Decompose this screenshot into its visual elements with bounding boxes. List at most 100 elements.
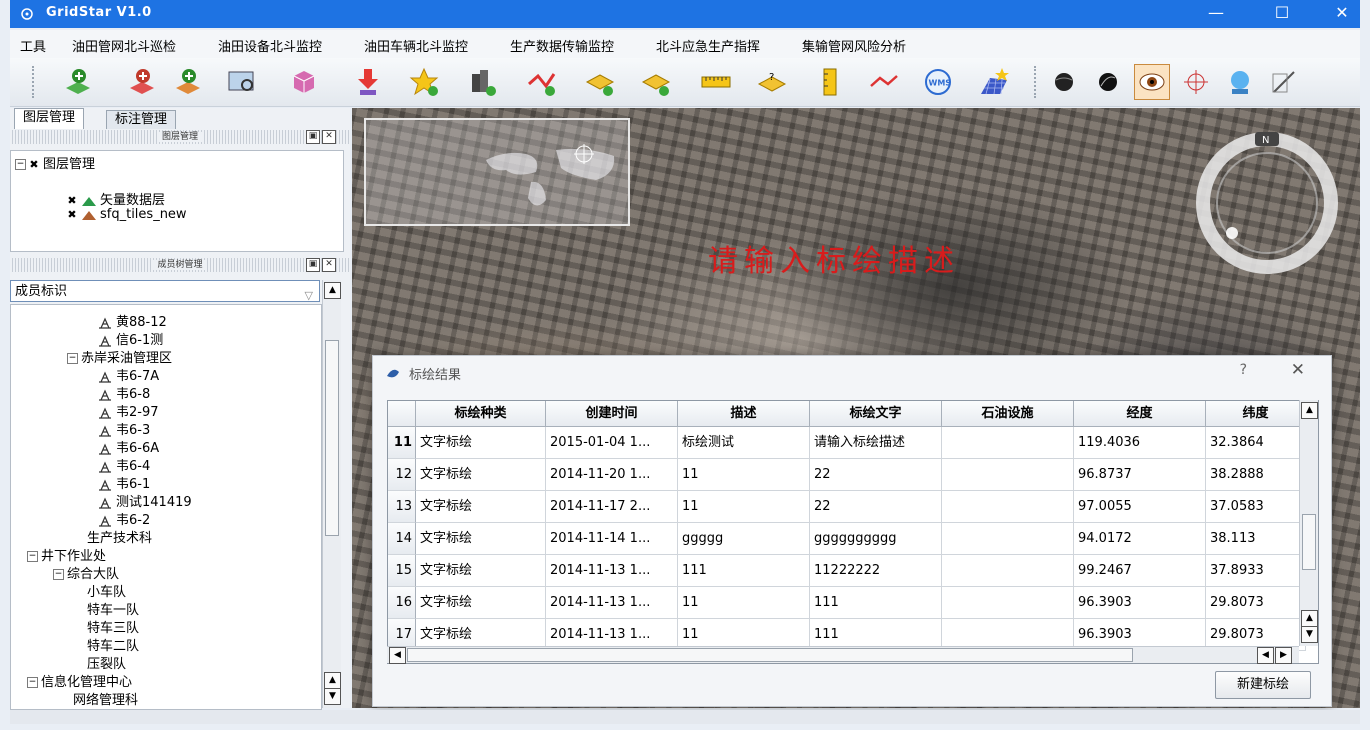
add-feature-layer-icon[interactable] xyxy=(124,64,160,100)
table-cell[interactable] xyxy=(942,491,1074,523)
scroll-up-icon[interactable]: ▲ xyxy=(1301,402,1318,419)
add-raster-layer-icon[interactable] xyxy=(170,64,206,100)
cube-3d-icon[interactable] xyxy=(286,64,322,100)
table-cell[interactable]: 119.4036 xyxy=(1074,427,1206,459)
table-cell[interactable]: 文字标绘 xyxy=(416,427,546,459)
table-cell[interactable]: 29.8073 xyxy=(1206,587,1306,619)
globe-info-icon[interactable] xyxy=(1222,64,1258,100)
checkbox-icon[interactable]: ✖ xyxy=(67,195,77,206)
tab-layer-management[interactable]: 图层管理 xyxy=(14,108,85,129)
query-help-icon[interactable]: ? xyxy=(754,64,790,100)
table-cell[interactable] xyxy=(942,523,1074,555)
dialog-close-button[interactable]: ✕ xyxy=(1291,360,1305,380)
vertical-measure-icon[interactable] xyxy=(812,64,848,100)
menu-vehicle-monitor[interactable]: 油田车辆北斗监控 xyxy=(364,36,468,55)
table-hscrollbar[interactable]: ◀ ◀ ▶ xyxy=(387,646,1299,664)
eye-view-icon[interactable] xyxy=(1134,64,1170,100)
collapse-icon[interactable]: − xyxy=(27,677,38,688)
close-icon[interactable]: ✕ xyxy=(322,130,336,144)
zoom-extent-icon[interactable] xyxy=(224,64,260,100)
table-cell[interactable]: ggggg xyxy=(678,523,810,555)
scroll-down-icon[interactable]: ▼ xyxy=(324,688,341,705)
table-cell[interactable]: 11 xyxy=(678,459,810,491)
new-plot-button[interactable]: 新建标绘 xyxy=(1215,671,1311,699)
crosshair-icon[interactable] xyxy=(1178,64,1214,100)
table-cell[interactable]: 96.8737 xyxy=(1074,459,1206,491)
member-tree-item[interactable]: 测试141419 xyxy=(97,491,192,510)
collapse-icon[interactable]: − xyxy=(15,159,26,170)
column-header[interactable]: 纬度 xyxy=(1206,401,1306,427)
scroll-up-icon[interactable]: ▲ xyxy=(324,282,341,299)
table-cell[interactable]: 22 xyxy=(810,491,942,523)
row-number[interactable]: 13 xyxy=(388,491,416,523)
scroll-thumb[interactable] xyxy=(325,340,339,536)
table-cell[interactable]: 文字标绘 xyxy=(416,523,546,555)
maximize-button[interactable]: ☐ xyxy=(1262,2,1302,24)
table-cell[interactable]: 标绘测试 xyxy=(678,427,810,459)
grid-star-icon[interactable] xyxy=(976,64,1012,100)
table-cell[interactable]: 32.3864 xyxy=(1206,427,1306,459)
table-cell[interactable]: 文字标绘 xyxy=(416,555,546,587)
minimize-button[interactable]: — xyxy=(1196,2,1236,24)
menu-emergency-command[interactable]: 北斗应急生产指挥 xyxy=(656,36,760,55)
table-cell[interactable] xyxy=(942,459,1074,491)
add-polyline-icon[interactable] xyxy=(524,64,560,100)
table-cell[interactable]: 97.0055 xyxy=(1074,491,1206,523)
table-cell[interactable]: 22 xyxy=(810,459,942,491)
member-tree-item[interactable]: 特车三队 xyxy=(87,617,139,636)
globe-tilt-icon[interactable] xyxy=(1090,64,1126,100)
table-cell[interactable]: 文字标绘 xyxy=(416,459,546,491)
table-cell[interactable]: 文字标绘 xyxy=(416,587,546,619)
layer-item[interactable]: ✖ sfq_tiles_new xyxy=(67,207,187,222)
member-tree-item[interactable]: − 井下作业处 xyxy=(27,545,106,564)
overview-map[interactable] xyxy=(364,118,630,226)
member-tree-item[interactable]: 韦6-6A xyxy=(97,437,159,456)
table-cell[interactable]: 2014-11-20 1... xyxy=(546,459,678,491)
layer-item[interactable]: ✖ 矢量数据层 xyxy=(67,189,165,208)
toolbar-grip[interactable] xyxy=(32,66,38,98)
member-tree-item[interactable]: 小车队 xyxy=(87,581,126,600)
tab-annotation-management[interactable]: 标注管理 xyxy=(106,110,177,129)
column-header[interactable]: 创建时间 xyxy=(546,401,678,427)
column-header[interactable]: 经度 xyxy=(1074,401,1206,427)
table-cell[interactable]: 文字标绘 xyxy=(416,491,546,523)
compass-navigator[interactable]: N xyxy=(1192,128,1342,278)
collapse-icon[interactable]: − xyxy=(67,353,78,364)
row-number[interactable]: 12 xyxy=(388,459,416,491)
member-tree-item[interactable]: − 信息化管理中心 xyxy=(27,671,132,690)
scroll-thumb[interactable] xyxy=(1302,514,1316,570)
add-area-icon[interactable] xyxy=(638,64,674,100)
add-star-marker-icon[interactable] xyxy=(406,64,442,100)
toolbar-grip-2[interactable] xyxy=(1034,66,1040,98)
column-header[interactable]: 石油设施 xyxy=(942,401,1074,427)
member-tree-item[interactable]: 韦6-4 xyxy=(97,455,150,474)
menu-equipment-monitor[interactable]: 油田设备北斗监控 xyxy=(218,36,322,55)
menu-data-transmission[interactable]: 生产数据传输监控 xyxy=(510,36,614,55)
row-number[interactable]: 15 xyxy=(388,555,416,587)
table-cell[interactable]: 11 xyxy=(678,491,810,523)
table-cell[interactable]: 111 xyxy=(810,587,942,619)
globe-dark-icon[interactable] xyxy=(1046,64,1082,100)
table-cell[interactable]: 2014-11-14 1... xyxy=(546,523,678,555)
member-tree-item[interactable]: − 赤岸采油管理区 xyxy=(67,347,172,366)
collapse-icon[interactable]: − xyxy=(27,551,38,562)
member-tree-item[interactable]: 黄88-12 xyxy=(97,311,167,330)
checkbox-icon[interactable]: ✖ xyxy=(29,159,39,170)
row-number[interactable]: 11 xyxy=(388,427,416,459)
table-cell[interactable]: 38.2888 xyxy=(1206,459,1306,491)
scroll-thumb[interactable] xyxy=(407,648,1133,662)
collapse-icon[interactable]: − xyxy=(53,569,64,580)
member-tree-item[interactable]: 网络管理科 xyxy=(73,689,138,708)
profile-line-icon[interactable] xyxy=(866,64,902,100)
scroll-down-icon[interactable]: ▼ xyxy=(1301,626,1318,643)
float-icon[interactable]: ▣ xyxy=(306,258,320,272)
member-id-combo[interactable]: 成员标识 ▽ xyxy=(10,280,320,302)
table-cell[interactable] xyxy=(942,555,1074,587)
scroll-left-icon[interactable]: ◀ xyxy=(1257,647,1274,664)
member-tree-item[interactable]: − 综合大队 xyxy=(53,563,119,582)
column-header[interactable]: 标绘文字 xyxy=(810,401,942,427)
draw-pen-icon[interactable] xyxy=(1266,64,1302,100)
table-vscrollbar[interactable]: ▲ ▲ ▼ xyxy=(1299,400,1318,646)
scroll-up-icon[interactable]: ▲ xyxy=(1301,610,1318,627)
dialog-help-button[interactable]: ? xyxy=(1240,362,1247,378)
